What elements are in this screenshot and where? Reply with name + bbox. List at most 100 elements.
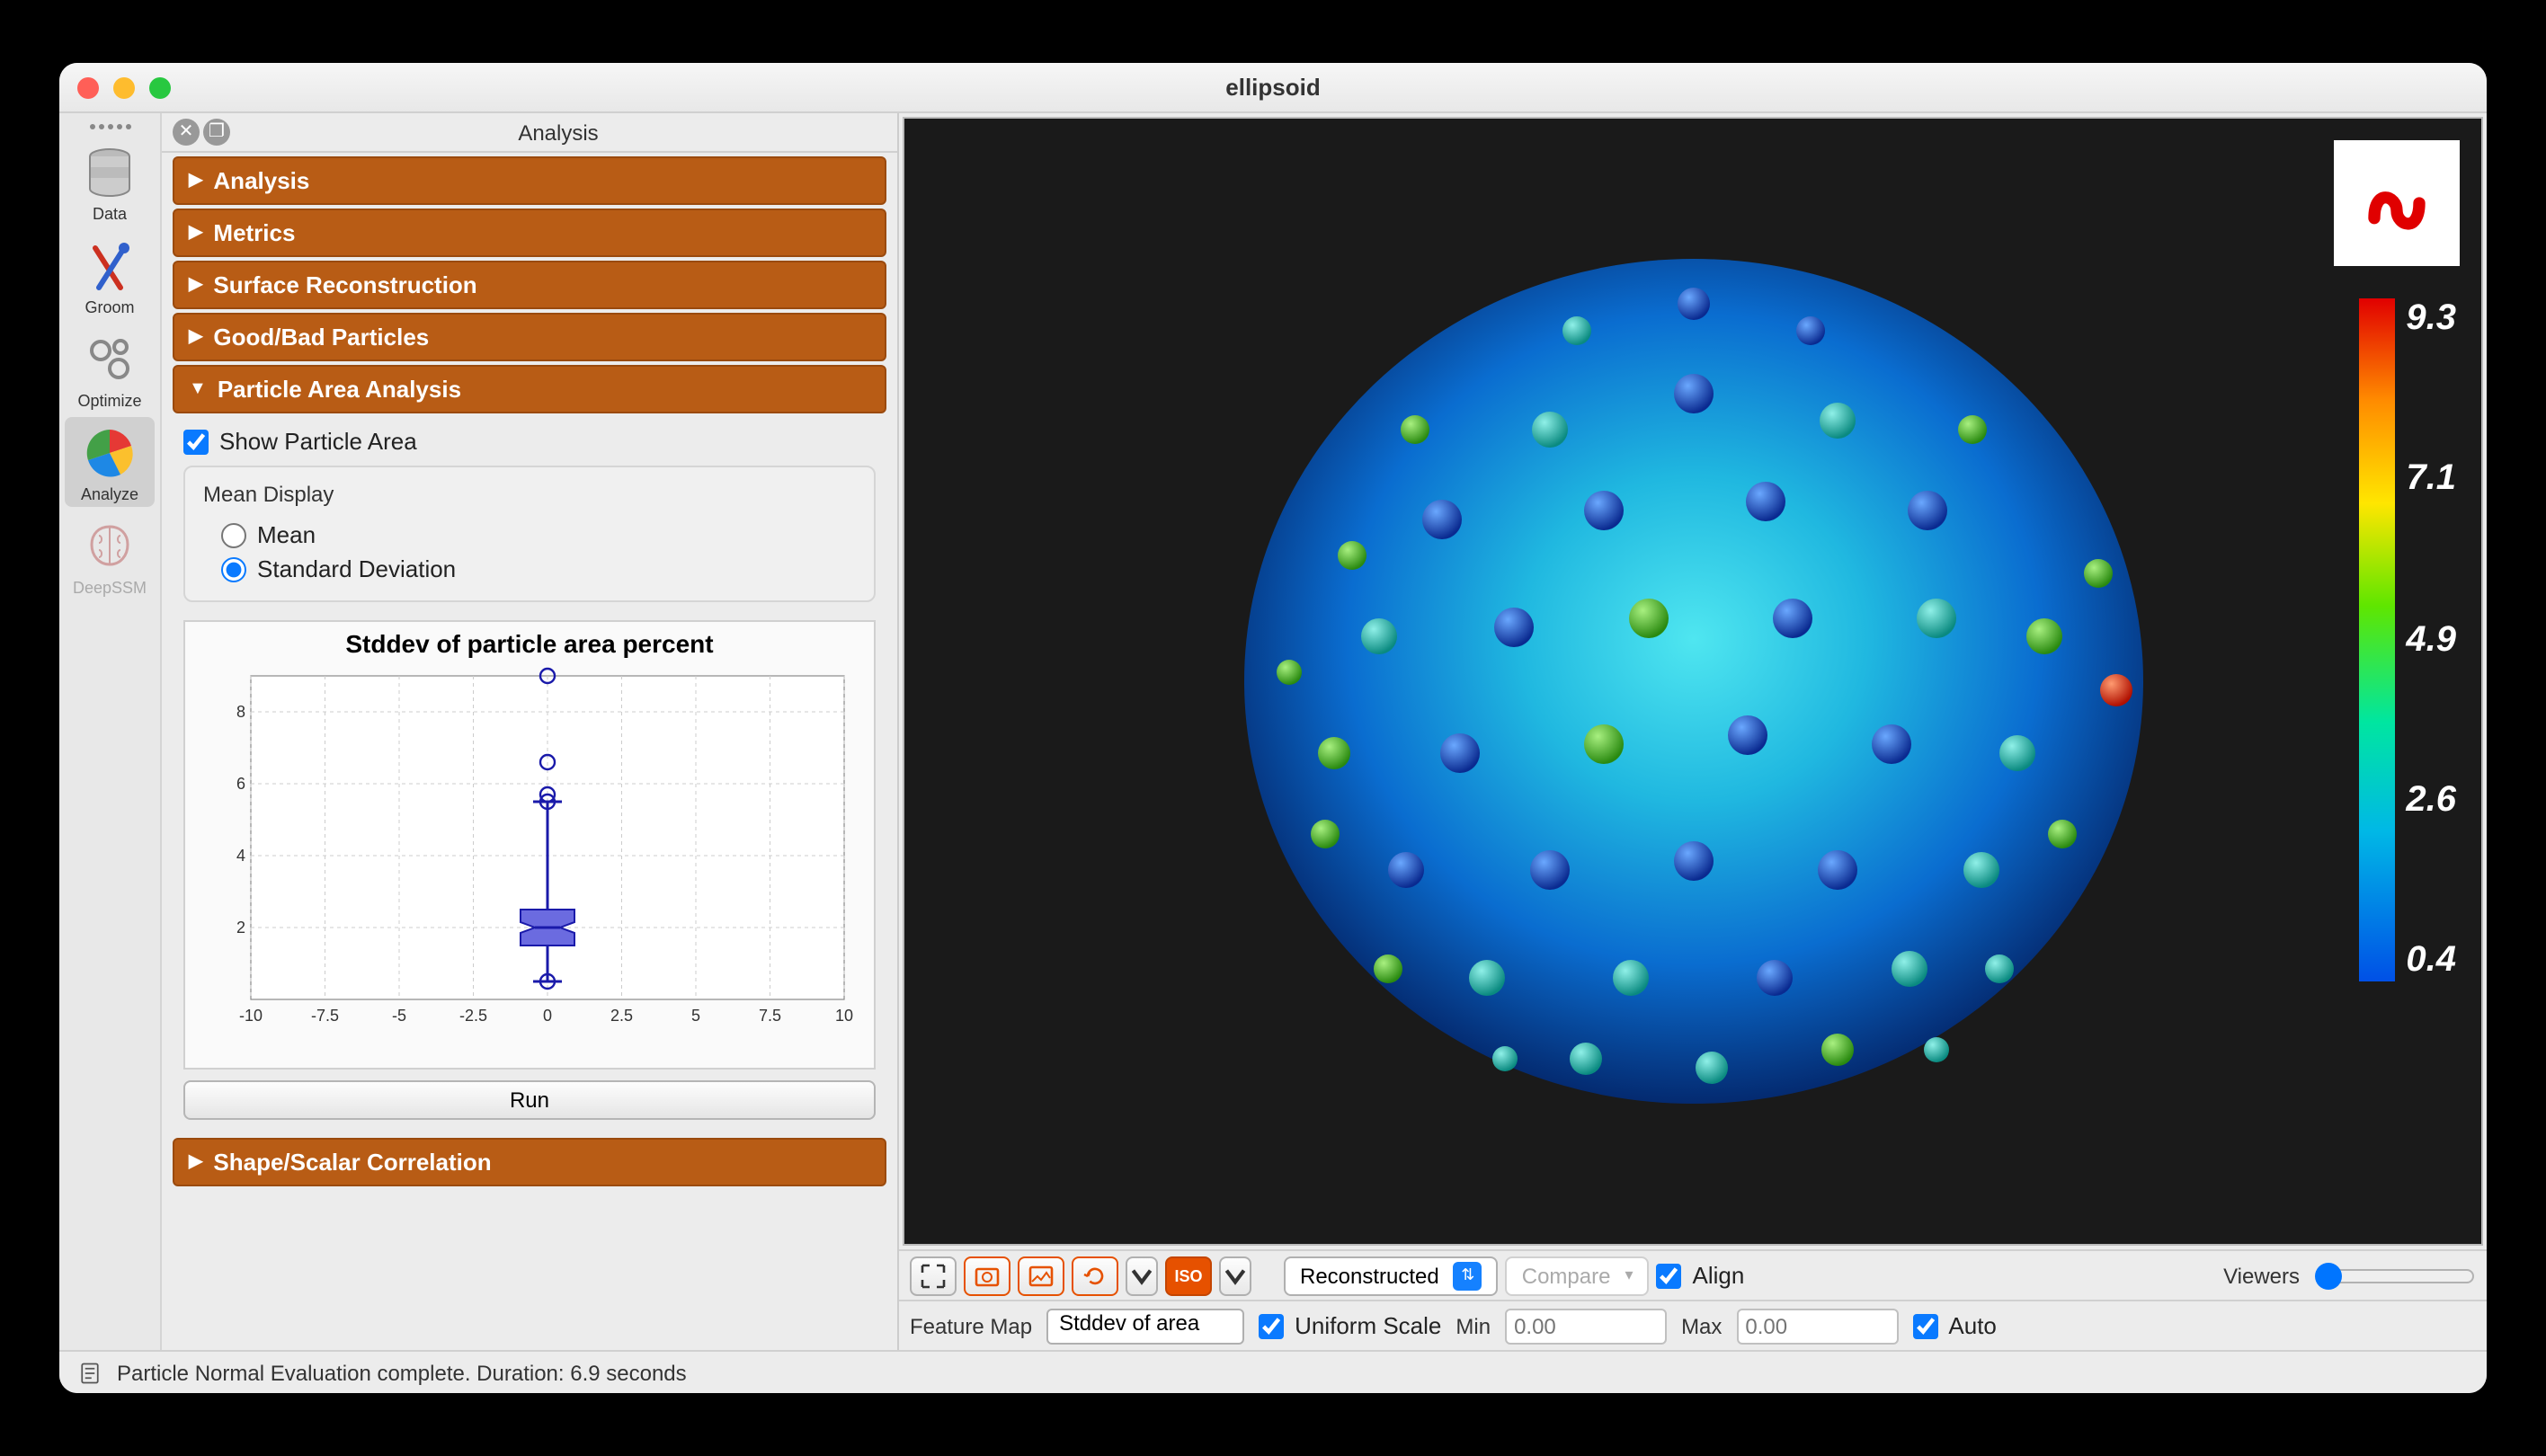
document-icon	[77, 1360, 102, 1385]
titlebar: ellipsoid	[59, 63, 2487, 113]
section-metrics[interactable]: ▶Metrics	[173, 209, 886, 257]
chevron-right-icon: ▶	[189, 1152, 202, 1172]
screenshot-button[interactable]	[964, 1256, 1010, 1295]
rail-label: Groom	[85, 298, 134, 316]
cb-label: 9.3	[2406, 298, 2456, 340]
radio-label: Mean	[257, 521, 316, 548]
window-body: Data Groom Optimize Analyze	[59, 113, 2487, 1350]
dropdown-button-1[interactable]	[1126, 1256, 1158, 1295]
boxplot-chart: Stddev of particle area percent	[183, 620, 876, 1070]
feature-map-select[interactable]: Stddev of area	[1046, 1308, 1244, 1344]
min-label: Min	[1455, 1313, 1491, 1338]
checkbox-input[interactable]	[183, 429, 209, 454]
select-value: Compare	[1522, 1263, 1611, 1288]
svg-text:2.5: 2.5	[610, 1007, 633, 1025]
rail-label: DeepSSM	[73, 579, 147, 597]
checkbox-input[interactable]	[1912, 1313, 1937, 1338]
min-input[interactable]	[1505, 1308, 1667, 1344]
select-value: Reconstructed	[1300, 1263, 1439, 1288]
piechart-icon	[81, 424, 138, 482]
feature-map-label: Feature Map	[910, 1313, 1032, 1338]
section-label: Analysis	[213, 167, 309, 194]
svg-text:-2.5: -2.5	[459, 1007, 487, 1025]
svg-text:7.5: 7.5	[759, 1007, 781, 1025]
uniform-scale-checkbox[interactable]: Uniform Scale	[1259, 1312, 1441, 1339]
reload-button[interactable]	[1072, 1256, 1118, 1295]
rail-groom[interactable]: Groom	[65, 230, 155, 320]
checkbox-label: Align	[1693, 1262, 1745, 1289]
window-title: ellipsoid	[1225, 74, 1320, 101]
fieldset-legend: Mean Display	[203, 482, 856, 507]
traffic-lights	[77, 76, 171, 98]
dropdown-button-2[interactable]	[1219, 1256, 1251, 1295]
cb-label: 7.1	[2406, 459, 2456, 501]
database-icon	[81, 144, 138, 201]
mean-display-group: Mean Display Mean Standard Deviation	[183, 466, 876, 602]
auto-checkbox[interactable]: Auto	[1912, 1312, 1997, 1339]
iso-button[interactable]: ISO	[1165, 1256, 1212, 1295]
brain-icon	[81, 518, 138, 575]
svg-text:-7.5: -7.5	[311, 1007, 339, 1025]
show-particle-area-checkbox[interactable]: Show Particle Area	[183, 428, 876, 455]
section-surface-reconstruction[interactable]: ▶Surface Reconstruction	[173, 261, 886, 309]
max-input[interactable]	[1736, 1308, 1898, 1344]
colorbar-gradient	[2359, 298, 2395, 981]
cb-label: 2.6	[2406, 780, 2456, 821]
image-button[interactable]	[1018, 1256, 1064, 1295]
viewers-label: Viewers	[2223, 1263, 2300, 1288]
zoom-icon[interactable]	[149, 76, 171, 98]
radio-mean[interactable]: Mean	[203, 518, 856, 552]
section-label: Shape/Scalar Correlation	[213, 1149, 491, 1176]
checkbox-input[interactable]	[1259, 1313, 1284, 1338]
svg-text:2: 2	[236, 919, 245, 937]
chevron-right-icon: ▶	[189, 171, 202, 191]
view-mode-select[interactable]: Reconstructed ⇅	[1284, 1256, 1499, 1295]
grip-icon	[89, 124, 130, 129]
close-panel-icon[interactable]: ✕	[173, 119, 200, 146]
fit-view-button[interactable]	[910, 1256, 957, 1295]
radio-std[interactable]: Standard Deviation	[203, 552, 856, 586]
tools-icon	[81, 237, 138, 295]
run-button[interactable]: Run	[183, 1080, 876, 1120]
detach-panel-icon[interactable]: ❐	[203, 119, 230, 146]
rail-deepssm[interactable]: DeepSSM	[65, 510, 155, 600]
checkbox-input[interactable]	[1657, 1263, 1682, 1288]
panel-title: Analysis	[230, 120, 886, 145]
colorbar: 9.3 7.1 4.9 2.6 0.4	[2359, 298, 2456, 981]
chevron-down-icon: ▾	[1625, 1265, 1633, 1285]
radio-input[interactable]	[221, 522, 246, 547]
max-label: Max	[1681, 1313, 1722, 1338]
align-checkbox[interactable]: Align	[1657, 1262, 1745, 1289]
particle-area-content: Show Particle Area Mean Display Mean Sta…	[173, 413, 886, 1134]
rail-data[interactable]: Data	[65, 137, 155, 226]
render-canvas[interactable]: 9.3 7.1 4.9 2.6 0.4	[903, 117, 2483, 1246]
svg-text:0: 0	[543, 1007, 552, 1025]
analysis-panel: ✕ ❐ Analysis ▶ Analysis ▶Metrics ▶Surface…	[162, 113, 899, 1350]
section-particle-area-analysis[interactable]: ▼Particle Area Analysis	[173, 365, 886, 413]
colorbar-labels: 9.3 7.1 4.9 2.6 0.4	[2406, 298, 2456, 981]
ellipsoid-render	[1225, 214, 2160, 1149]
section-label: Good/Bad Particles	[213, 324, 429, 351]
section-analysis[interactable]: ▶ Analysis	[173, 156, 886, 205]
section-shape-scalar-correlation[interactable]: ▶ Shape/Scalar Correlation	[173, 1138, 886, 1186]
chevron-right-icon: ▶	[189, 223, 202, 243]
svg-text:-10: -10	[239, 1007, 263, 1025]
section-good-bad-particles[interactable]: ▶Good/Bad Particles	[173, 313, 886, 361]
radio-input[interactable]	[221, 556, 246, 582]
rail-optimize[interactable]: Optimize	[65, 324, 155, 413]
close-icon[interactable]	[77, 76, 99, 98]
svg-text:10: 10	[835, 1007, 853, 1025]
checkbox-label: Show Particle Area	[219, 428, 417, 455]
chevron-updown-icon: ⇅	[1454, 1261, 1482, 1290]
viewer-toolbar-1: ISO Reconstructed ⇅ Compare ▾ Align View…	[899, 1249, 2487, 1300]
viewers-slider[interactable]	[2314, 1261, 2476, 1290]
rail-label: Optimize	[77, 392, 141, 410]
minimize-icon[interactable]	[113, 76, 135, 98]
app-logo	[2334, 140, 2460, 266]
compare-select[interactable]: Compare ▾	[1506, 1256, 1650, 1295]
panel-body: ▶ Analysis ▶Metrics ▶Surface Reconstructi…	[162, 153, 897, 1350]
svg-text:-5: -5	[392, 1007, 406, 1025]
cb-label: 4.9	[2406, 619, 2456, 661]
svg-text:4: 4	[236, 847, 245, 865]
rail-analyze[interactable]: Analyze	[65, 417, 155, 507]
